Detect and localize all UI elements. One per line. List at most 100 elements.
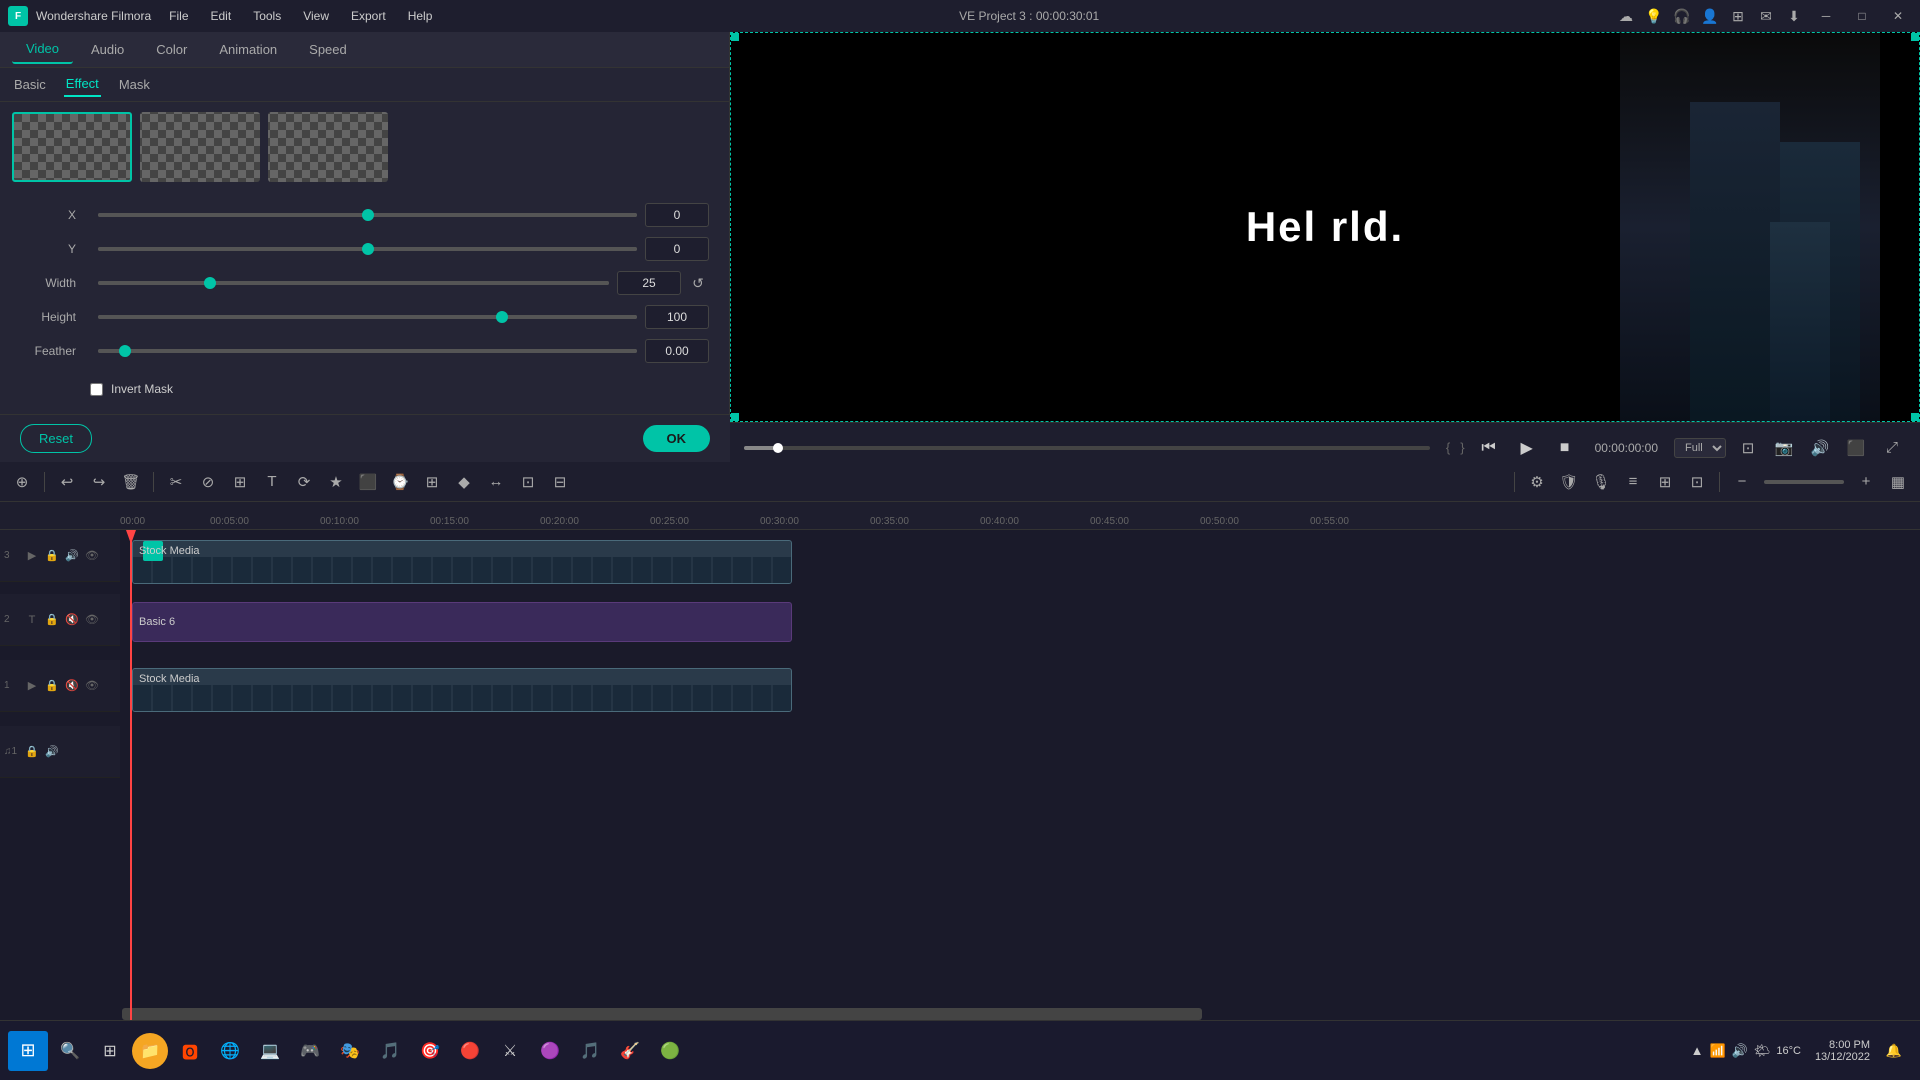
mail-icon[interactable]: ✉ — [1756, 6, 1776, 26]
taskview-icon[interactable]: ⊞ — [92, 1033, 128, 1069]
tab-audio[interactable]: Audio — [77, 36, 138, 63]
menu-export[interactable]: Export — [341, 5, 396, 27]
headphone-icon[interactable]: 🎧 — [1672, 6, 1692, 26]
scrollbar-thumb[interactable] — [122, 1008, 1202, 1020]
track-1-vol-icon[interactable]: 🔇 — [64, 678, 80, 694]
task5[interactable]: 🎭 — [332, 1033, 368, 1069]
cloud-icon[interactable]: ☁ — [1616, 6, 1636, 26]
horizontal-scrollbar[interactable] — [120, 1008, 1920, 1020]
text-button[interactable]: T — [258, 468, 286, 496]
width-thumb[interactable] — [204, 277, 216, 289]
thumbnail-2[interactable] — [140, 112, 260, 182]
bulb-icon[interactable]: 💡 — [1644, 6, 1664, 26]
width-value[interactable]: 25 — [617, 271, 681, 295]
track-2-vol-icon[interactable]: 🔇 — [64, 612, 80, 628]
weather-icon[interactable]: 🌤 — [1754, 1043, 1771, 1059]
corner-bl[interactable] — [731, 413, 739, 421]
track-1-lock-icon[interactable]: 🔒 — [44, 678, 60, 694]
width-slider[interactable] — [98, 281, 609, 285]
music-lock-icon[interactable]: 🔒 — [24, 744, 40, 760]
tray-up[interactable]: ▲ — [1691, 1043, 1704, 1058]
zoom-in-button[interactable]: + — [1852, 468, 1880, 496]
quality-select[interactable]: Full1/21/4 — [1674, 438, 1726, 458]
task13[interactable]: 🟢 — [652, 1033, 688, 1069]
task11[interactable]: 🎵 — [572, 1033, 608, 1069]
task7[interactable]: 🎯 — [412, 1033, 448, 1069]
diamond-button[interactable]: ◆ — [450, 468, 478, 496]
track-3-strip[interactable]: Stock Media — [132, 540, 792, 584]
volume-tray-icon[interactable]: 🔊 — [1732, 1043, 1748, 1059]
tab-animation[interactable]: Animation — [205, 36, 291, 63]
track-3-lock-icon[interactable]: 🔒 — [44, 548, 60, 564]
overlay-button[interactable]: ⬛ — [354, 468, 382, 496]
corner-tl[interactable] — [731, 33, 739, 41]
cut-button[interactable]: ✂ — [162, 468, 190, 496]
crop-button[interactable]: ⊘ — [194, 468, 222, 496]
task3[interactable]: 💻 — [252, 1033, 288, 1069]
task12[interactable]: 🎸 — [612, 1033, 648, 1069]
reset-button[interactable]: Reset — [20, 424, 92, 453]
maximize-button[interactable]: □ — [1848, 6, 1876, 26]
snap-button[interactable]: ⊡ — [514, 468, 542, 496]
menu-file[interactable]: File — [159, 5, 198, 27]
y-value[interactable]: 0 — [645, 237, 709, 261]
progress-bar[interactable] — [744, 446, 1430, 450]
ok-button[interactable]: OK — [643, 425, 711, 452]
tab-speed[interactable]: Speed — [295, 36, 361, 63]
effects-button[interactable]: ★ — [322, 468, 350, 496]
track-3-eye-icon[interactable]: 👁 — [84, 548, 100, 564]
subtab-effect[interactable]: Effect — [64, 72, 101, 97]
mic-icon[interactable]: 🎙 — [1587, 468, 1615, 496]
stop-button[interactable]: ■ — [1551, 434, 1579, 462]
network-icon[interactable]: 📶 — [1709, 1043, 1725, 1059]
account-icon[interactable]: 👤 — [1700, 6, 1720, 26]
corner-br[interactable] — [1911, 413, 1919, 421]
y-slider[interactable] — [98, 247, 637, 251]
search-taskbar[interactable]: 🔍 — [52, 1033, 88, 1069]
y-thumb[interactable] — [362, 243, 374, 255]
invert-mask-label[interactable]: Invert Mask — [111, 382, 173, 396]
track-3-vol-icon[interactable]: 🔊 — [64, 548, 80, 564]
track-2-strip[interactable]: Basic 6 — [132, 602, 792, 642]
music-vol-icon[interactable]: 🔊 — [44, 744, 60, 760]
tab-video[interactable]: Video — [12, 35, 73, 64]
minimize-button[interactable]: ─ — [1812, 6, 1840, 26]
menu-edit[interactable]: Edit — [201, 5, 242, 27]
invert-mask-checkbox[interactable] — [90, 383, 103, 396]
layout-button[interactable]: ▦ — [1884, 468, 1912, 496]
play-button[interactable]: ▶ — [1513, 434, 1541, 462]
volume-icon[interactable]: 🔊 — [1806, 434, 1834, 462]
screenshot-icon[interactable]: 📷 — [1770, 434, 1798, 462]
marker-button[interactable]: ⊟ — [546, 468, 574, 496]
height-value[interactable]: 100 — [645, 305, 709, 329]
x-slider[interactable] — [98, 213, 637, 217]
track-1-eye-icon[interactable]: 👁 — [84, 678, 100, 694]
close-button[interactable]: ✕ — [1884, 6, 1912, 26]
menu-tools[interactable]: Tools — [243, 5, 291, 27]
link-button[interactable]: ↔ — [482, 468, 510, 496]
notification-icon[interactable]: 🔔 — [1876, 1033, 1912, 1069]
timer-button[interactable]: ⟳ — [290, 468, 318, 496]
progress-thumb[interactable] — [773, 443, 783, 453]
redo-button[interactable]: ↪ — [85, 468, 113, 496]
start-button[interactable]: ⊞ — [8, 1031, 48, 1071]
thumbnail-1[interactable] — [12, 112, 132, 182]
track-2-lock-icon[interactable]: 🔒 — [44, 612, 60, 628]
explorer-icon[interactable]: 📁 — [132, 1033, 168, 1069]
x-thumb[interactable] — [362, 209, 374, 221]
opera-icon[interactable]: 🅾 — [172, 1033, 208, 1069]
feather-slider[interactable] — [98, 349, 637, 353]
grid-icon[interactable]: ⊞ — [1728, 6, 1748, 26]
fullscreen-icon[interactable]: ⤢ — [1878, 434, 1906, 462]
split-icon[interactable]: ⊞ — [1651, 468, 1679, 496]
playhead[interactable] — [130, 530, 132, 1020]
feather-thumb[interactable] — [119, 345, 131, 357]
feather-value[interactable]: 0.00 — [645, 339, 709, 363]
x-value[interactable]: 0 — [645, 203, 709, 227]
tab-color[interactable]: Color — [142, 36, 201, 63]
settings-icon[interactable]: ⚙ — [1523, 468, 1551, 496]
chrome-icon[interactable]: 🌐 — [212, 1033, 248, 1069]
clock[interactable]: 8:00 PM 13/12/2022 — [1815, 1039, 1870, 1063]
rewind-button[interactable]: ⏮ — [1475, 434, 1503, 462]
zoom-slider[interactable] — [1764, 480, 1844, 484]
